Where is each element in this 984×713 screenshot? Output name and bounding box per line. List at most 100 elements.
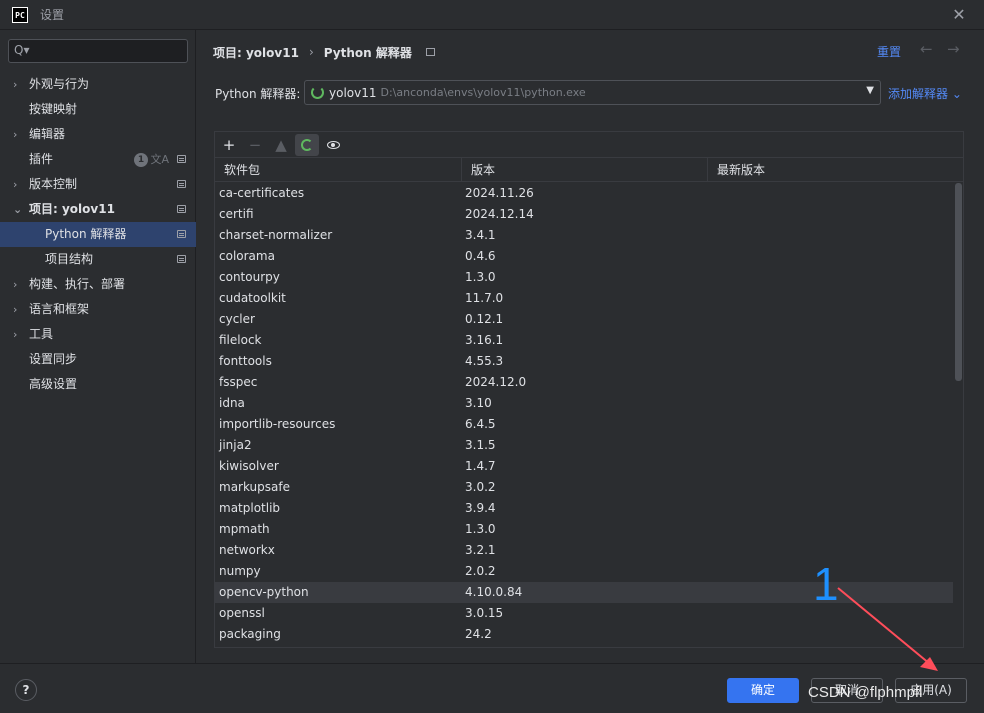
interpreter-select[interactable]: yolov11 D:\anconda\envs\yolov11\python.e… (304, 80, 881, 105)
package-version-cell: 2.0.2 (465, 564, 496, 578)
table-row[interactable]: jinja2 3.1.5 (215, 435, 953, 456)
table-row[interactable]: openssl 3.0.15 (215, 603, 953, 624)
sidebar-item-vcs[interactable]: › 版本控制 (0, 172, 196, 197)
project-scope-icon (177, 205, 186, 213)
csdn-watermark: CSDN @flphmpfl (808, 684, 923, 701)
close-icon[interactable]: ✕ (950, 6, 968, 24)
package-name-cell: fonttools (219, 354, 272, 368)
package-latest-version-cell (707, 393, 953, 414)
table-row[interactable]: ca-certificates 2024.11.26 (215, 183, 953, 204)
column-header-latest-version[interactable]: 最新版本 (708, 158, 963, 182)
loading-spinner-icon (301, 139, 313, 151)
table-row[interactable]: kiwisolver 1.4.7 (215, 456, 953, 477)
package-latest-version-cell (707, 267, 953, 288)
refresh-button[interactable] (295, 133, 319, 156)
remove-package-button[interactable]: − (243, 134, 267, 156)
column-header-version[interactable]: 版本 (462, 158, 708, 182)
forward-arrow-icon[interactable]: → (947, 40, 960, 58)
package-latest-version-cell (707, 309, 953, 330)
sidebar-item-appearance[interactable]: › 外观与行为 (0, 72, 196, 97)
chevron-right-icon: › (13, 328, 18, 341)
settings-nav: › 外观与行为 按键映射 › 编辑器 插件 1 文A › 版本控制 ⌄ 项目: … (0, 72, 196, 397)
table-row[interactable]: cudatoolkit 11.7.0 (215, 288, 953, 309)
settings-search[interactable]: Q▾ (8, 39, 188, 63)
chevron-down-icon: ⌄ (13, 203, 23, 216)
upgrade-package-button[interactable]: ▲ (269, 134, 293, 156)
sidebar-item-tools[interactable]: › 工具 (0, 322, 196, 347)
package-panel: + − ▲ 软件包 版本 最新版本 ca-certificates 2024.11… (214, 131, 964, 648)
package-version-cell: 3.4.1 (465, 228, 496, 242)
package-name-cell: charset-normalizer (219, 228, 333, 242)
package-version-cell: 3.0.15 (465, 606, 504, 620)
scrollbar-thumb[interactable] (955, 183, 962, 381)
reset-link[interactable]: 重置 (877, 43, 901, 60)
table-row[interactable]: mpmath 1.3.0 (215, 519, 953, 540)
sidebar-item-project-structure[interactable]: 项目结构 (0, 247, 196, 272)
package-table-header: 软件包 版本 最新版本 (215, 157, 963, 182)
table-row[interactable]: fsspec 2024.12.0 (215, 372, 953, 393)
project-scope-icon (177, 255, 186, 263)
table-row[interactable]: numpy 2.0.2 (215, 561, 953, 582)
table-row[interactable]: colorama 0.4.6 (215, 246, 953, 267)
help-button[interactable]: ? (15, 679, 37, 701)
sidebar-item-python-interpreter[interactable]: Python 解释器 (0, 222, 196, 247)
package-version-cell: 4.55.3 (465, 354, 504, 368)
search-icon[interactable]: Q▾ (14, 43, 29, 57)
back-arrow-icon[interactable]: ← (920, 40, 933, 58)
column-header-package[interactable]: 软件包 (215, 158, 462, 182)
table-row[interactable]: packaging 24.2 (215, 624, 953, 645)
add-interpreter-link[interactable]: 添加解释器 ⌄ (888, 85, 962, 102)
package-name-cell: cycler (219, 312, 255, 326)
show-early-releases-button[interactable] (321, 134, 345, 156)
table-scrollbar[interactable] (954, 183, 963, 647)
package-name-cell: colorama (219, 249, 275, 263)
pycharm-logo-icon: PC (12, 6, 28, 23)
sidebar-item-build[interactable]: › 构建、执行、部署 (0, 272, 196, 297)
breadcrumb: 项目: yolov11 › Python 解释器 (213, 43, 435, 61)
table-row[interactable]: certifi 2024.12.14 (215, 204, 953, 225)
sidebar-item-advanced[interactable]: 高级设置 (0, 372, 196, 397)
table-row[interactable]: cycler 0.12.1 (215, 309, 953, 330)
table-row[interactable]: fonttools 4.55.3 (215, 351, 953, 372)
table-row[interactable]: idna 3.10 (215, 393, 953, 414)
table-row[interactable]: markupsafe 3.0.2 (215, 477, 953, 498)
package-version-cell: 0.4.6 (465, 249, 496, 263)
package-name-cell: certifi (219, 207, 254, 221)
package-latest-version-cell (707, 351, 953, 372)
table-row[interactable]: matplotlib 3.9.4 (215, 498, 953, 519)
add-package-button[interactable]: + (217, 134, 241, 156)
sidebar-item-settings-sync[interactable]: 设置同步 (0, 347, 196, 372)
annotation-number: 1 (813, 558, 839, 610)
package-latest-version-cell (707, 456, 953, 477)
package-version-cell: 4.10.0.84 (465, 585, 523, 599)
dropdown-arrow-icon[interactable]: ▼ (866, 85, 874, 96)
package-version-cell: 3.16.1 (465, 333, 504, 347)
ok-button[interactable]: 确定 (727, 678, 799, 703)
package-name-cell: numpy (219, 564, 261, 578)
search-input[interactable] (33, 42, 183, 60)
sidebar-item-label: 设置同步 (29, 352, 78, 366)
project-scope-icon (177, 155, 186, 163)
table-row[interactable]: contourpy 1.3.0 (215, 267, 953, 288)
sidebar-item-project[interactable]: ⌄ 项目: yolov11 (0, 197, 196, 222)
table-row[interactable]: importlib-resources 6.4.5 (215, 414, 953, 435)
table-row[interactable]: filelock 3.16.1 (215, 330, 953, 351)
chevron-right-icon: › (13, 78, 18, 91)
table-row[interactable]: opencv-python 4.10.0.84 (215, 582, 953, 603)
interpreter-path: D:\anconda\envs\yolov11\python.exe (380, 86, 586, 99)
table-row[interactable]: charset-normalizer 3.4.1 (215, 225, 953, 246)
sidebar-item-plugins[interactable]: 插件 1 文A (0, 147, 196, 172)
sidebar-item-keymap[interactable]: 按键映射 (0, 97, 196, 122)
package-latest-version-cell (707, 372, 953, 393)
breadcrumb-page: Python 解释器 (323, 45, 412, 60)
package-latest-version-cell (707, 519, 953, 540)
update-count-badge: 1 (134, 153, 148, 167)
package-latest-version-cell (707, 414, 953, 435)
package-name-cell: kiwisolver (219, 459, 279, 473)
table-row[interactable]: networkx 3.2.1 (215, 540, 953, 561)
sidebar-item-languages[interactable]: › 语言和框架 (0, 297, 196, 322)
package-name-cell: ca-certificates (219, 186, 305, 200)
package-version-cell: 0.12.1 (465, 312, 504, 326)
sidebar-item-editor[interactable]: › 编辑器 (0, 122, 196, 147)
package-version-cell: 6.4.5 (465, 417, 496, 431)
